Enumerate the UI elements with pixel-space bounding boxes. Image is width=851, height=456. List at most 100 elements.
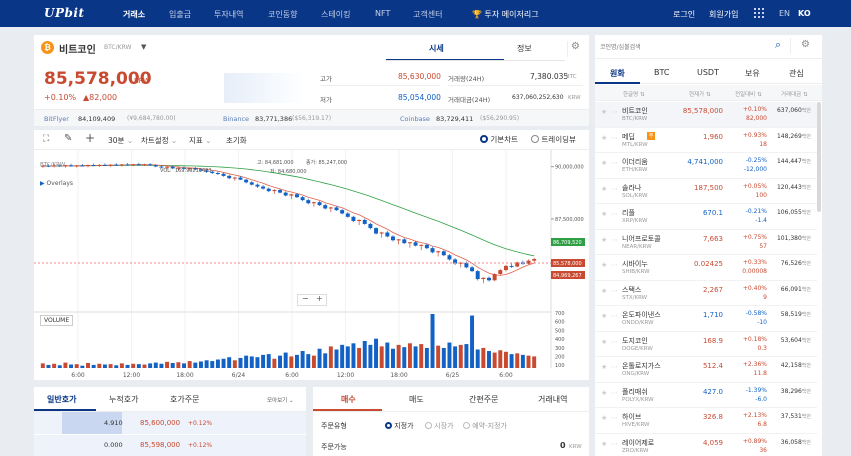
star-icon[interactable]: ★ <box>601 414 607 422</box>
coin-row[interactable]: ★ ⋯ 도지코인 DOGE/KRW 168.9 +0.18% 0.3 53,604백만 <box>595 332 817 357</box>
signup-link[interactable]: 회원가입 <box>709 9 738 20</box>
header-change[interactable]: 전일대비 ⇅ <box>735 90 762 98</box>
coin-row[interactable]: ★ ⋯ 온도파이낸스 ONDO/KRW 1,710 -0.58% -10 58,519백만 <box>595 306 817 332</box>
tab-buy[interactable]: 매수 <box>341 394 356 405</box>
tab-orderbook-order[interactable]: 호가주문 <box>170 394 199 405</box>
coin-row[interactable]: ★ ⋯ 솔라나 SOL/KRW 187,500 +0.05% 100 120,443백만 <box>595 179 817 204</box>
star-icon[interactable]: ★ <box>601 134 607 142</box>
coin-select-caret-icon[interactable]: ▼ <box>141 43 146 51</box>
lang-ko[interactable]: KO <box>798 9 811 18</box>
interval-select[interactable]: 30분 ⌄ <box>108 135 133 146</box>
price-chart[interactable]: 90,000,000 87,500,000 700 600 500 400 300 200 10… <box>34 150 589 380</box>
tab-sell[interactable]: 매도 <box>409 394 424 405</box>
gear-icon[interactable]: ⚙ <box>801 39 810 50</box>
orderbook-row[interactable]: 0.000 85,598,000 +0.12% <box>34 435 306 456</box>
chart-mini-icon[interactable]: ⋯ <box>611 440 618 448</box>
reset-button[interactable]: 초기화 <box>226 135 247 146</box>
chart-mini-icon[interactable]: ⋯ <box>611 389 618 397</box>
coin-row[interactable]: ★ ⋯ 폴리매쉬 POLYX/KRW 427.0 -1.39% -6.0 38,296백만 <box>595 383 817 408</box>
coin-row[interactable]: ★ ⋯ 비트코인 BTC/KRW 85,578,000 +0.10% 82,000 637,0… <box>595 102 817 128</box>
coin-row[interactable]: ★ ⋯ 이더리움 ETH/KRW 4,741,000 -0.25% -12,000 144,4… <box>595 153 817 179</box>
indicators-select[interactable]: 지표 ⌄ <box>189 135 212 146</box>
star-icon[interactable]: ★ <box>601 287 607 295</box>
star-icon[interactable]: ★ <box>601 236 607 244</box>
limit-radio[interactable]: 지정가 <box>385 421 414 431</box>
star-icon[interactable]: ★ <box>601 159 607 167</box>
chart-mini-icon[interactable]: ⋯ <box>611 185 618 193</box>
chart-mini-icon[interactable]: ⋯ <box>611 338 618 346</box>
tab-orderbook-normal[interactable]: 일반호가 <box>47 394 76 405</box>
header-price[interactable]: 현재가 ⇅ <box>689 90 711 98</box>
fullscreen-icon[interactable]: ⛶ <box>43 134 49 144</box>
chart-mini-icon[interactable]: ⋯ <box>611 159 618 167</box>
chart-mini-icon[interactable]: ⋯ <box>611 414 618 422</box>
nav-exchange[interactable]: 거래소 <box>123 9 145 20</box>
zoom-out-button[interactable]: − <box>302 294 309 303</box>
coin-row[interactable]: ★ ⋯ 니어프로토콜 NEAR/KRW 7,663 +0.75% 57 101,380백만 <box>595 230 817 255</box>
coin-row[interactable]: ★ ⋯ 스택스 STX/KRW 2,267 +0.40% 9 66,091백만 <box>595 281 817 306</box>
login-link[interactable]: 로그인 <box>673 9 695 20</box>
tab-usdt[interactable]: USDT <box>697 68 719 77</box>
market-radio[interactable]: 시장가 <box>425 421 454 431</box>
coin-row[interactable]: ★ ⋯ 리플 XRP/KRW 670.1 -0.21% -1.4 106,055백만 <box>595 204 817 230</box>
search-icon[interactable]: ⌕ <box>775 38 781 52</box>
upbit-logo[interactable]: UPbit <box>44 6 84 20</box>
tab-quote[interactable]: 시세 <box>429 43 444 54</box>
header-name[interactable]: 한글명 ⇅ <box>623 90 645 98</box>
overlays-toggle[interactable]: ▶ Overlays <box>40 180 73 187</box>
chart-mini-icon[interactable]: ⋯ <box>611 108 618 116</box>
settings-gear-icon[interactable]: ⚙ <box>567 41 583 57</box>
chart-mini-icon[interactable]: ⋯ <box>611 261 618 269</box>
coin-change-amt: 0.3 <box>757 344 767 352</box>
star-icon[interactable]: ★ <box>601 185 607 193</box>
coin-row[interactable]: ★ ⋯ 시바이누 SHIB/KRW 0.02425 +0.33% 0.00008 76,526… <box>595 255 817 281</box>
chart-mini-icon[interactable]: ⋯ <box>611 134 618 142</box>
header-volume[interactable]: 거래대금 ⇅ <box>781 90 808 98</box>
chart-mini-icon[interactable]: ⋯ <box>611 363 618 371</box>
chart-mini-icon[interactable]: ⋯ <box>611 236 618 244</box>
tab-simple-order[interactable]: 간편주문 <box>469 394 498 405</box>
tab-orderbook-cumulative[interactable]: 누적호가 <box>109 394 138 405</box>
tab-history[interactable]: 거래내역 <box>538 394 567 405</box>
star-icon[interactable]: ★ <box>601 261 607 269</box>
nav-trends[interactable]: 코인동향 <box>268 9 297 20</box>
star-icon[interactable]: ★ <box>601 338 607 346</box>
nav-support[interactable]: 고객센터 <box>413 9 442 20</box>
chart-mini-icon[interactable]: ⋯ <box>611 210 618 218</box>
tab-btc[interactable]: BTC <box>654 68 670 77</box>
view-select[interactable]: 모아보기 ⌄ <box>267 396 294 404</box>
star-icon[interactable]: ★ <box>601 210 607 218</box>
coin-row[interactable]: ★ ⋯ 하이브 HIVE/KRW 326.8 +2.13% 6.8 37,531백만 <box>595 408 817 434</box>
tab-info[interactable]: 정보 <box>517 43 532 54</box>
apps-grid-icon[interactable] <box>754 8 764 18</box>
search-input[interactable] <box>600 40 768 54</box>
tab-krw[interactable]: 원화 <box>610 68 625 79</box>
chart-mini-icon[interactable]: ⋯ <box>611 312 618 320</box>
chart-settings-select[interactable]: 차트설정 ⌄ <box>141 135 177 146</box>
zoom-in-button[interactable]: + <box>316 294 323 303</box>
pencil-icon[interactable]: ✎ <box>64 133 72 144</box>
scrollbar[interactable] <box>817 102 821 212</box>
orderbook-row[interactable]: 4.910 85,600,000 +0.12% <box>34 412 306 434</box>
coin-row[interactable]: ★ ⋯ 레이어제로 ZRO/KRW 4,059 +0.89% 36 36,058백만 <box>595 434 817 456</box>
nav-staking[interactable]: 스테이킹 <box>321 9 350 20</box>
star-icon[interactable]: ★ <box>601 440 607 448</box>
lang-en[interactable]: EN <box>779 9 790 18</box>
reserve-limit-radio[interactable]: 예약-지정가 <box>463 421 507 431</box>
tab-favorites[interactable]: 관심 <box>789 68 804 79</box>
chart-mini-icon[interactable]: ⋯ <box>611 287 618 295</box>
nav-promo[interactable]: 🏆 투자 메이저리그 <box>472 9 539 20</box>
nav-nft[interactable]: NFT <box>375 9 390 18</box>
nav-deposit[interactable]: 입출금 <box>169 9 191 20</box>
tab-holdings[interactable]: 보유 <box>745 68 760 79</box>
star-icon[interactable]: ★ <box>601 389 607 397</box>
tradingview-radio[interactable]: 트레이딩뷰 <box>531 134 576 145</box>
crosshair-icon[interactable]: + <box>85 131 95 145</box>
star-icon[interactable]: ★ <box>601 108 607 116</box>
coin-row[interactable]: ★ ⋯ 온톨로지가스 ONG/KRW 512.4 +2.36% 11.8 42,158백만 <box>595 357 817 383</box>
coin-row[interactable]: ★ ⋯ 메딥 주 MTL/KRW 1,960 +0.93% 18 148,269백만 <box>595 128 817 153</box>
nav-investments[interactable]: 투자내역 <box>214 9 243 20</box>
star-icon[interactable]: ★ <box>601 312 607 320</box>
star-icon[interactable]: ★ <box>601 363 607 371</box>
basic-chart-radio[interactable]: 기본차트 <box>480 134 518 145</box>
